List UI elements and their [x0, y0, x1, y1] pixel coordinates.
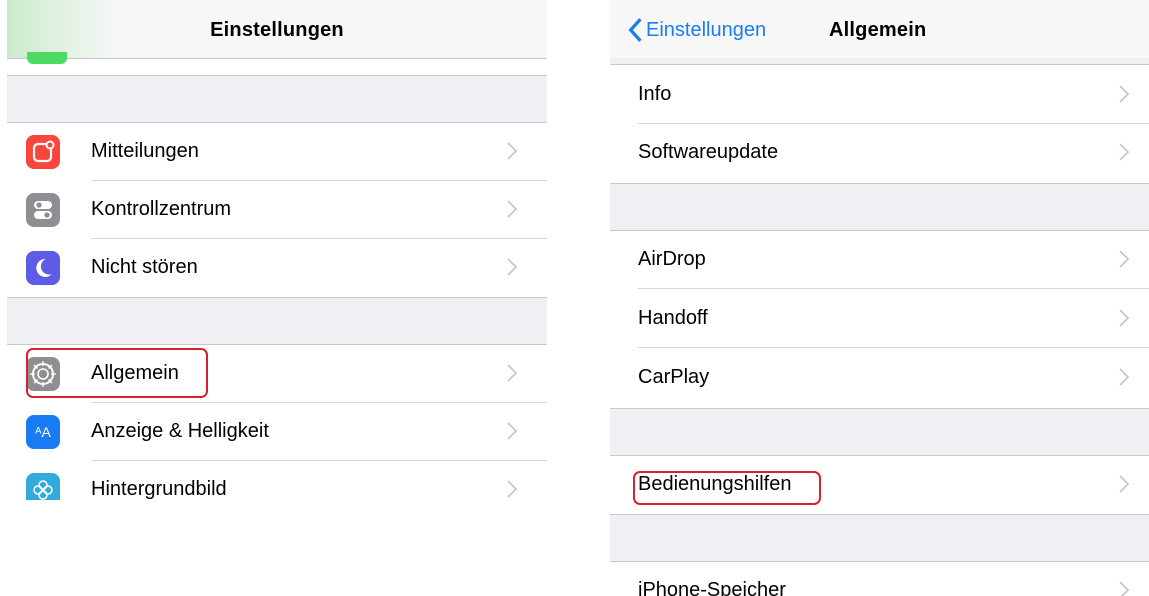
- chevron-right-icon: [1119, 475, 1129, 493]
- chevron-right-icon: [1119, 309, 1129, 327]
- general-item-info[interactable]: Info: [610, 66, 1149, 124]
- settings-item-label: Nicht stören: [91, 256, 198, 278]
- chevron-right-icon: [1119, 85, 1129, 103]
- settings-item-label: Mitteilungen: [91, 140, 199, 162]
- group-separator: [610, 514, 1149, 562]
- general-item-label: iPhone-Speicher: [638, 579, 786, 596]
- general-item-label: Bedienungshilfen: [638, 473, 792, 495]
- wallpaper-icon: [26, 473, 60, 500]
- chevron-right-icon: [507, 480, 517, 498]
- settings-item-kontrollzentrum[interactable]: Kontrollzentrum: [7, 181, 547, 239]
- control-center-icon: [26, 193, 60, 227]
- settings-item-label: Allgemein: [91, 362, 179, 384]
- notifications-icon: [26, 135, 60, 169]
- row-separator: [638, 288, 1149, 289]
- settings-item-hintergrundbild[interactable]: Hintergrundbild: [7, 461, 547, 500]
- settings-item-label: Kontrollzentrum: [91, 198, 232, 220]
- settings-navbar: Einstellungen: [7, 0, 547, 64]
- group-separator: [7, 297, 547, 345]
- settings-panel: Einstellungen Mitteilungen Kontrollzentr…: [7, 0, 547, 500]
- general-item-iphone-speicher[interactable]: iPhone-Speicher: [610, 562, 1149, 596]
- settings-item-label: Hintergrundbild: [91, 478, 227, 500]
- general-item-airdrop[interactable]: AirDrop: [610, 231, 1149, 289]
- gear-icon: [26, 357, 60, 391]
- chevron-right-icon: [1119, 368, 1129, 386]
- settings-item-nicht-stoeren[interactable]: Nicht stören: [7, 239, 547, 297]
- chevron-right-icon: [507, 200, 517, 218]
- back-button-label: Einstellungen: [646, 18, 767, 41]
- group-separator: [610, 408, 1149, 456]
- chevron-right-icon: [1119, 581, 1129, 596]
- chevron-left-icon: [628, 18, 642, 42]
- page-title: Allgemein: [829, 19, 927, 41]
- general-item-softwareupdate[interactable]: Softwareupdate: [610, 124, 1149, 182]
- general-item-label: Softwareupdate: [638, 141, 779, 163]
- partially-visible-icon: [27, 52, 67, 64]
- settings-item-allgemein[interactable]: Allgemein: [7, 345, 547, 403]
- general-item-carplay[interactable]: CarPlay: [610, 349, 1149, 407]
- general-item-label: AirDrop: [638, 248, 706, 270]
- aa-glyph: ᴬA: [35, 424, 51, 440]
- general-item-label: Info: [638, 83, 672, 105]
- general-item-bedienungshilfen[interactable]: Bedienungshilfen: [610, 456, 1149, 514]
- chevron-right-icon: [507, 422, 517, 440]
- group-separator: [610, 58, 1149, 65]
- settings-item-anzeige-helligkeit[interactable]: ᴬA Anzeige & Helligkeit: [7, 403, 547, 461]
- chevron-right-icon: [1119, 143, 1129, 161]
- group-separator: [610, 183, 1149, 231]
- general-panel: Einstellungen Allgemein Info Softwareupd…: [610, 0, 1149, 596]
- display-brightness-icon: ᴬA: [26, 415, 60, 449]
- settings-item-label: Anzeige & Helligkeit: [91, 420, 269, 442]
- general-item-label: Handoff: [638, 307, 708, 329]
- row-separator: [638, 347, 1149, 348]
- general-item-handoff[interactable]: Handoff: [610, 290, 1149, 348]
- chevron-right-icon: [507, 364, 517, 382]
- chevron-right-icon: [507, 258, 517, 276]
- chevron-right-icon: [507, 142, 517, 160]
- general-navbar: Einstellungen Allgemein: [610, 0, 1149, 58]
- group-separator: [7, 75, 547, 123]
- page-title: Einstellungen: [210, 19, 344, 41]
- chevron-right-icon: [1119, 250, 1129, 268]
- settings-item-mitteilungen[interactable]: Mitteilungen: [7, 123, 547, 181]
- general-item-label: CarPlay: [638, 366, 710, 388]
- moon-icon: [26, 251, 60, 285]
- back-button[interactable]: Einstellungen: [626, 15, 766, 45]
